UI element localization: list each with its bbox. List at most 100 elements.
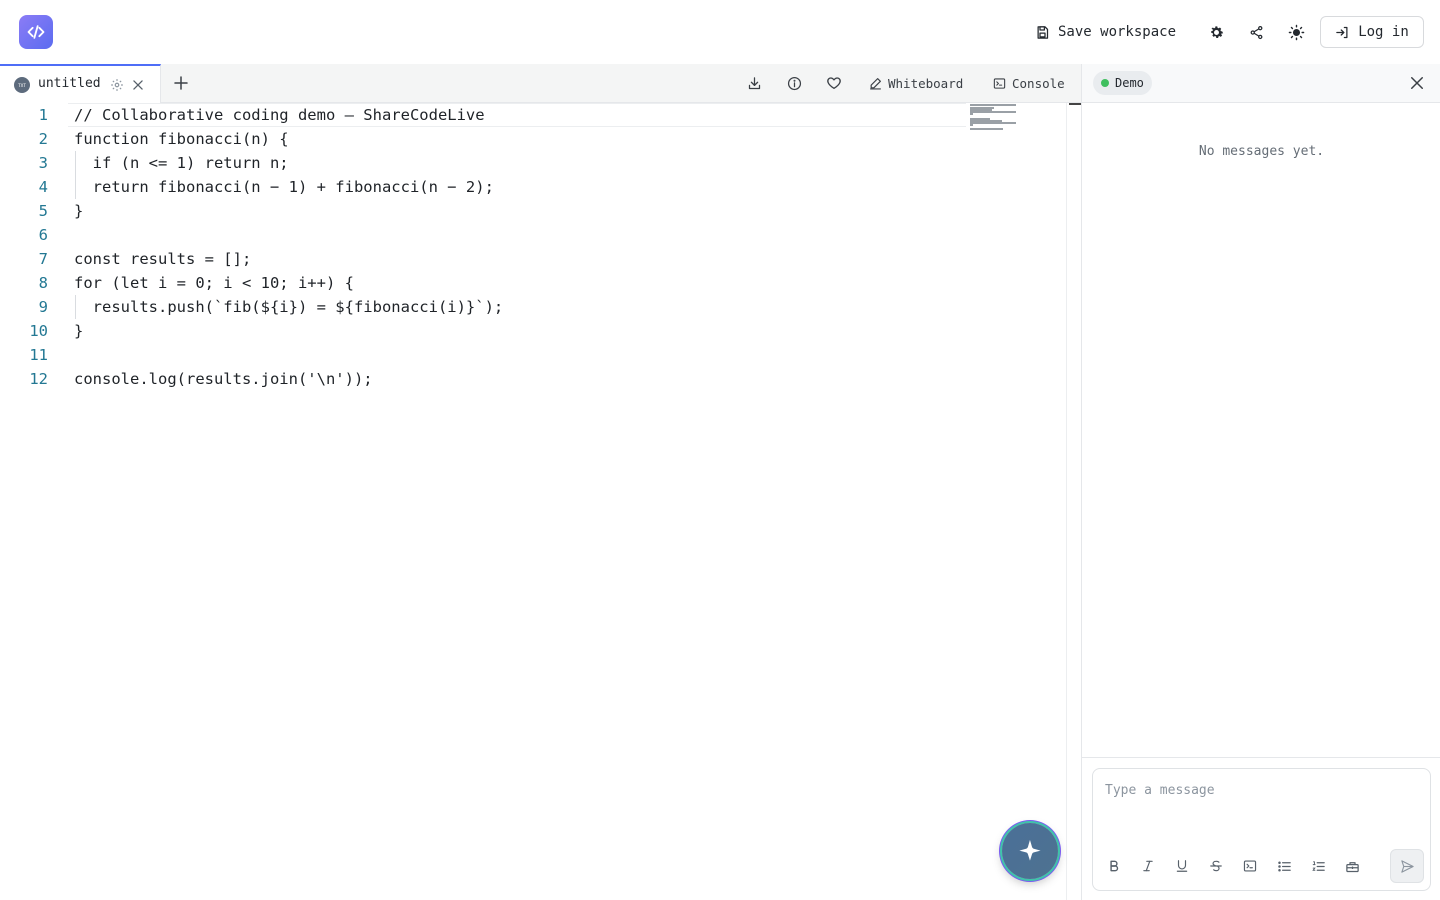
tab-label: untitled bbox=[38, 76, 101, 91]
save-icon bbox=[1037, 25, 1049, 39]
theme-toggle-button[interactable] bbox=[1284, 20, 1308, 44]
line-number: 7 bbox=[38, 250, 48, 268]
line-number: 8 bbox=[38, 274, 48, 292]
code-line: 1 // Collaborative coding demo – ShareCod… bbox=[0, 103, 966, 127]
code-line: 6 bbox=[0, 223, 966, 247]
bullet-list-button[interactable] bbox=[1275, 857, 1293, 875]
editor-scrollbar[interactable] bbox=[1066, 103, 1081, 900]
add-tab-icon[interactable] bbox=[172, 74, 190, 92]
line-number: 2 bbox=[38, 130, 48, 148]
empty-messages-text: No messages yet. bbox=[1198, 144, 1325, 159]
line-number: 5 bbox=[38, 202, 48, 220]
login-icon bbox=[1336, 26, 1348, 38]
online-status-icon bbox=[1101, 79, 1109, 87]
code-editor[interactable]: 1 // Collaborative coding demo – ShareCod… bbox=[0, 103, 1066, 900]
bold-button[interactable] bbox=[1105, 857, 1123, 875]
strikethrough-icon bbox=[1210, 860, 1222, 872]
line-number: 1 bbox=[38, 106, 48, 124]
code-minimap[interactable] bbox=[970, 103, 1030, 143]
line-code: console.log(results.join('\n')); bbox=[74, 370, 373, 388]
underline-icon bbox=[1176, 860, 1188, 872]
info-button[interactable] bbox=[785, 74, 803, 92]
share-button[interactable] bbox=[1244, 20, 1268, 44]
chat-panel-header: Demo bbox=[1082, 64, 1440, 103]
room-label: Demo bbox=[1115, 76, 1144, 90]
code-line: 3 if (n <= 1) return n; bbox=[0, 151, 966, 175]
code-line: 4 return fibonacci(n − 1) + fibonacci(n … bbox=[0, 175, 966, 199]
code-line: 12 console.log(results.join('\n')); bbox=[0, 367, 966, 391]
code-brackets-icon bbox=[27, 25, 45, 39]
strikethrough-button[interactable] bbox=[1207, 857, 1225, 875]
console-button[interactable]: Console bbox=[993, 74, 1065, 92]
chat-panel: Demo No messages yet. bbox=[1081, 64, 1440, 900]
line-code: } bbox=[74, 322, 84, 340]
line-code: return fibonacci(n − 1) + fibonacci(n − … bbox=[74, 178, 494, 196]
numbered-list-icon bbox=[1311, 860, 1325, 871]
send-icon bbox=[1400, 859, 1414, 873]
line-number: 4 bbox=[38, 178, 48, 196]
code-snippet-icon bbox=[1345, 861, 1359, 872]
message-composer bbox=[1092, 768, 1431, 891]
room-badge[interactable]: Demo bbox=[1093, 71, 1152, 95]
download-button[interactable] bbox=[745, 74, 763, 92]
code-line: 9 results.push(`fib(${i}) = ${fibonacci(… bbox=[0, 295, 966, 319]
app-header: Save workspace Log in bbox=[0, 0, 1440, 64]
tab-settings-icon[interactable] bbox=[110, 78, 124, 92]
whiteboard-label: Whiteboard bbox=[888, 75, 964, 91]
line-number: 9 bbox=[38, 298, 48, 316]
line-number: 11 bbox=[29, 346, 48, 364]
code-block-button[interactable] bbox=[1241, 857, 1259, 875]
login-label: Log in bbox=[1358, 24, 1409, 40]
divider bbox=[1082, 757, 1440, 758]
gear-icon bbox=[1210, 25, 1223, 38]
editor-tab-bar: TXT untitled Whiteboard Console bbox=[0, 64, 1081, 103]
line-code: for (let i = 0; i < 10; i++) { bbox=[74, 274, 354, 292]
code-snippet-button[interactable] bbox=[1343, 857, 1361, 875]
code-line: 11 bbox=[0, 343, 966, 367]
whiteboard-button[interactable]: Whiteboard bbox=[869, 74, 963, 92]
send-button[interactable] bbox=[1390, 849, 1424, 883]
line-number: 3 bbox=[38, 154, 48, 172]
scrollbar-thumb[interactable] bbox=[1069, 103, 1081, 105]
code-line: 2 function fibonacci(n) { bbox=[0, 127, 966, 151]
message-input[interactable] bbox=[1093, 769, 1430, 839]
code-line: 10} bbox=[0, 319, 966, 343]
app-logo[interactable] bbox=[19, 15, 53, 49]
favorite-button[interactable] bbox=[825, 74, 843, 92]
line-number: 10 bbox=[29, 322, 48, 340]
underline-button[interactable] bbox=[1173, 857, 1191, 875]
indent-guide bbox=[75, 295, 76, 319]
indent-guide bbox=[75, 151, 76, 199]
numbered-list-button[interactable] bbox=[1309, 857, 1327, 875]
bold-icon bbox=[1110, 860, 1119, 872]
download-icon bbox=[748, 76, 760, 89]
line-code: if (n <= 1) return n; bbox=[74, 154, 289, 172]
close-tab-icon[interactable] bbox=[131, 78, 145, 92]
line-code: // Collaborative coding demo – ShareCode… bbox=[74, 106, 485, 124]
save-workspace-button[interactable]: Save workspace bbox=[1035, 17, 1176, 47]
terminal-icon bbox=[1243, 860, 1257, 872]
code-line: 8 for (let i = 0; i < 10; i++) { bbox=[0, 271, 966, 295]
code-line: 7 const results = []; bbox=[0, 247, 966, 271]
line-code: } bbox=[74, 202, 84, 220]
line-code: function fibonacci(n) { bbox=[74, 130, 289, 148]
sun-icon bbox=[1288, 24, 1304, 40]
console-label: Console bbox=[1012, 75, 1065, 91]
ai-assistant-button[interactable] bbox=[1002, 823, 1058, 879]
settings-button[interactable] bbox=[1204, 20, 1228, 44]
italic-icon bbox=[1143, 860, 1153, 872]
code-line: 5} bbox=[0, 199, 966, 223]
save-workspace-label: Save workspace bbox=[1058, 24, 1177, 40]
heart-icon bbox=[827, 77, 841, 89]
line-code: const results = []; bbox=[74, 250, 252, 268]
pen-icon bbox=[870, 77, 881, 90]
sparkle-icon bbox=[1019, 839, 1041, 861]
close-icon[interactable] bbox=[1408, 74, 1426, 92]
italic-button[interactable] bbox=[1139, 857, 1157, 875]
login-button[interactable]: Log in bbox=[1320, 16, 1424, 48]
line-number: 12 bbox=[29, 370, 48, 388]
line-number: 6 bbox=[38, 226, 48, 244]
tab-untitled[interactable]: TXT untitled bbox=[0, 64, 161, 103]
language-badge-icon: TXT bbox=[14, 77, 30, 93]
info-icon bbox=[787, 76, 801, 90]
